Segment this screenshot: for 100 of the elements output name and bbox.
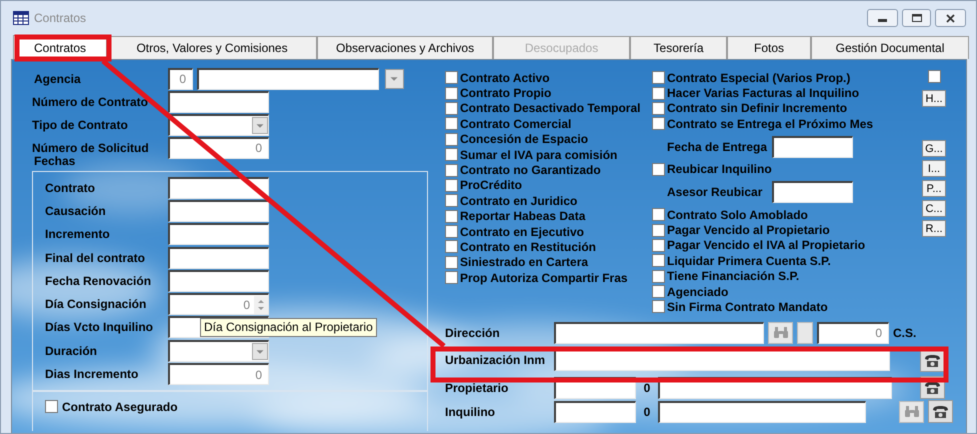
checkbox-label: Contrato Comercial [460,116,572,133]
checkbox-label: Pagar Vencido el IVA al Propietario [667,237,866,254]
tab[interactable]: Observaciones y Archivos [317,36,494,59]
checkbox[interactable] [445,178,458,192]
checkbox[interactable] [652,117,665,130]
field-label: C.S. [893,324,916,342]
input-field[interactable] [772,180,853,203]
checkbox-label: Contrato Activo [460,70,550,87]
checkbox[interactable] [445,164,458,177]
checkbox[interactable] [652,208,665,222]
telephone-button[interactable] [928,400,953,424]
checkbox[interactable] [445,194,458,208]
field-label: Fecha de Entrega [667,138,768,156]
field-label: Duración [45,342,98,360]
checkbox[interactable] [445,240,458,254]
input-field[interactable] [554,322,764,344]
ellipsis-button[interactable]: C... [922,200,946,217]
checkbox-label: Contrato Solo Amoblado [667,206,808,224]
window-title: Contratos [34,10,86,27]
field-label: Incremento [45,226,111,244]
tab[interactable]: Tesorería [630,36,728,59]
checkbox-label: Contrato sin Definir Incremento [667,100,848,118]
checkbox[interactable] [445,71,458,84]
checkbox[interactable] [445,132,458,146]
checkbox[interactable] [652,71,665,84]
small-button[interactable] [797,322,813,344]
checkbox[interactable] [445,271,458,284]
field-label: Dirección [445,324,501,342]
input-field[interactable] [554,400,636,423]
checkbox[interactable] [652,300,665,314]
input-field[interactable] [772,136,853,158]
checkbox[interactable] [652,224,665,237]
close-button[interactable] [935,9,966,27]
checkbox[interactable] [652,102,665,115]
checkbox[interactable] [445,117,458,130]
input-field[interactable] [168,223,269,246]
checkbox[interactable] [445,86,458,100]
section-label: Fechas [33,153,76,169]
telephone-icon [924,352,941,368]
spinner-arrows-icon[interactable] [254,296,268,314]
checkbox[interactable] [652,254,665,268]
checkbox[interactable] [652,285,665,298]
checkbox-label: Sin Firma Contrato Mandato [667,299,828,316]
checkbox[interactable] [652,238,665,252]
checkbox-label: Reportar Habeas Data [460,208,586,226]
input-field[interactable] [168,246,269,269]
checkbox[interactable] [445,225,458,238]
checkbox[interactable] [445,102,458,115]
checkbox[interactable] [652,86,665,100]
dropdown-field[interactable] [168,340,269,362]
checkbox[interactable] [445,256,458,269]
field-label: Contrato [45,180,96,197]
field-value: 0 [243,296,251,314]
minimize-icon [878,19,887,22]
checkbox-label: Contrato Desactivado Temporal [460,100,640,118]
checkbox[interactable] [445,148,458,162]
input-field[interactable] [658,400,866,423]
input-field[interactable]: 0 [817,322,889,344]
spin-field[interactable]: 0 [168,293,269,316]
checkbox-label: Agenciado [667,284,728,301]
input-field[interactable] [168,90,269,112]
checkbox[interactable] [652,162,665,176]
checkbox[interactable] [45,400,58,414]
input-field[interactable]: 0 [168,363,269,386]
minimize-button[interactable] [867,9,898,27]
tooltip: Día Consignación al Propietario [200,318,377,337]
checkbox-label: Contrato Asegurado [62,398,178,416]
checkbox[interactable] [445,210,458,223]
checkbox-label: Sumar el IVA para comisión [460,146,618,164]
field-label: Número de Solicitud [32,140,150,156]
checkbox-label: Siniestrado en Cartera [460,254,588,272]
field-label: Urbanización Inm [445,352,546,370]
checkbox-label: Contrato se Entrega el Próximo Mes [667,116,874,133]
ellipsis-button[interactable]: H... [922,90,946,107]
restore-button[interactable] [902,9,931,27]
checkbox-label: Prop Autoriza Compartir Fras [460,270,628,287]
input-field[interactable] [168,200,269,222]
checkbox[interactable] [652,270,665,283]
checkbox-label: Contrato no Garantizado [460,162,601,180]
binoculars-icon [904,405,920,418]
ellipsis-button[interactable]: R... [922,220,946,237]
input-field[interactable] [197,68,379,90]
field-label: Asesor Reubicar [667,184,764,201]
checkbox-label: Reubicar Inquilino [667,161,772,178]
input-field[interactable] [168,270,269,292]
checkbox-label: Concesión de Espacio [460,131,588,148]
field-label: Inquilino [445,404,496,421]
ellipsis-button[interactable]: P... [922,180,946,197]
field-label: Dias Incremento [45,366,140,384]
binoculars-button[interactable] [768,322,793,344]
ellipsis-button[interactable]: G... [922,140,946,157]
checkbox-label: Contrato en Ejecutivo [460,224,584,241]
field-label: Causación [45,202,107,220]
checkbox-label: Liquidar Primera Cuenta S.P. [667,252,831,270]
field-label: Tipo de Contrato [32,116,129,134]
checkbox[interactable] [928,70,940,83]
tab[interactable]: Gestión Documental [811,36,970,59]
tab[interactable]: Fotos [727,36,812,59]
ellipsis-button[interactable]: I... [922,160,946,177]
input-field[interactable]: 0 [168,68,193,90]
